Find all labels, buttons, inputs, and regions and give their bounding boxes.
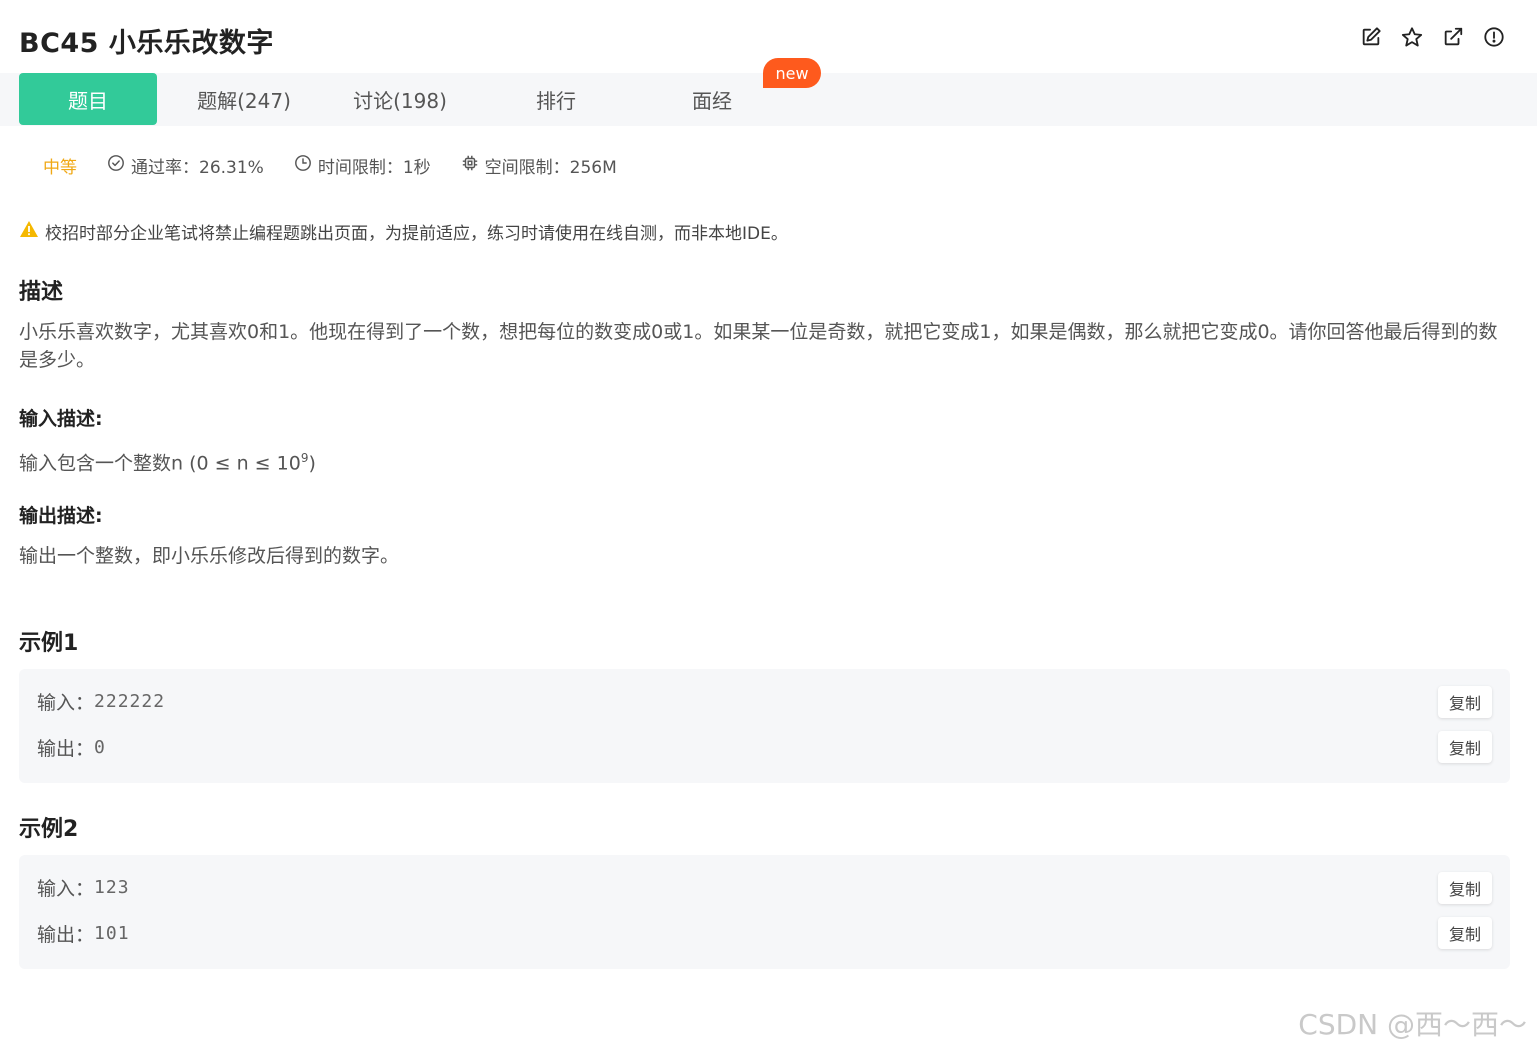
pass-rate: 通过率：26.31% bbox=[107, 153, 264, 178]
output-description-heading: 输出描述: bbox=[19, 505, 103, 527]
copy-output-button[interactable]: 复制 bbox=[1438, 917, 1492, 949]
input-value: 222222 bbox=[94, 690, 166, 712]
warning-icon bbox=[19, 220, 45, 243]
output-label: 输出： bbox=[37, 923, 95, 946]
example-2-box: 输入： 123 复制 输出： 101 复制 bbox=[19, 855, 1510, 969]
input-description-main: 输入包含一个整数n (0 ≤ n ≤ 10 bbox=[19, 452, 301, 475]
report-icon[interactable] bbox=[1483, 26, 1505, 48]
tab-ranking[interactable]: 排行 bbox=[487, 73, 625, 125]
input-value: 123 bbox=[94, 876, 130, 898]
tab-discussion[interactable]: 讨论(198) bbox=[331, 73, 469, 125]
example-1-output: 输出： 0 bbox=[37, 732, 106, 762]
output-value: 0 bbox=[94, 736, 106, 758]
difficulty-badge: 中等 bbox=[43, 157, 77, 178]
watermark: CSDN @西～西～ bbox=[1298, 1008, 1527, 1041]
check-circle-icon bbox=[107, 154, 131, 177]
description-text: 小乐乐喜欢数字，尤其喜欢0和1。他现在得到了一个数，想把每位的数变成0或1。如果… bbox=[19, 321, 1498, 371]
pass-rate-text: 通过率：26.31% bbox=[131, 157, 264, 178]
example-1-heading: 示例1 bbox=[19, 631, 79, 656]
problem-meta: 中等 通过率：26.31% 时间限制：1秒 空间限制：256M bbox=[43, 152, 647, 178]
notice-text: 校招时部分企业笔试将禁止编程题跳出页面，为提前适应，练习时请使用在线自测，而非本… bbox=[45, 224, 788, 244]
new-badge: new bbox=[763, 58, 821, 88]
time-limit: 时间限制：1秒 bbox=[294, 153, 431, 178]
example-2-heading: 示例2 bbox=[19, 817, 79, 842]
copy-input-button[interactable]: 复制 bbox=[1438, 686, 1492, 718]
output-value: 101 bbox=[94, 922, 130, 944]
input-description-text: 输入包含一个整数n (0 ≤ n ≤ 109) bbox=[19, 444, 1514, 477]
input-description-heading: 输入描述: bbox=[19, 408, 103, 430]
example-2-output: 输出： 101 bbox=[37, 918, 130, 948]
tab-solutions[interactable]: 题解(247) bbox=[175, 73, 313, 125]
problem-title: BC45 小乐乐改数字 bbox=[19, 28, 274, 59]
clock-icon bbox=[294, 154, 318, 177]
memory-limit-text: 空间限制：256M bbox=[484, 157, 617, 178]
tab-problem[interactable]: 题目 bbox=[19, 73, 157, 125]
notice-banner: 校招时部分企业笔试将禁止编程题跳出页面，为提前适应，练习时请使用在线自测，而非本… bbox=[19, 219, 788, 244]
toolbar bbox=[1360, 26, 1505, 48]
time-limit-text: 时间限制：1秒 bbox=[317, 157, 431, 178]
output-label: 输出： bbox=[37, 737, 95, 760]
input-label: 输入： bbox=[37, 691, 95, 714]
example-1-box: 输入： 222222 复制 输出： 0 复制 bbox=[19, 669, 1510, 783]
memory-limit: 空间限制：256M bbox=[461, 153, 617, 178]
edit-icon[interactable] bbox=[1360, 26, 1382, 48]
example-1-input: 输入： 222222 bbox=[37, 686, 165, 716]
chip-icon bbox=[461, 154, 485, 177]
description-heading: 描述 bbox=[19, 280, 64, 305]
tab-interview[interactable]: 面经 bbox=[643, 73, 781, 125]
input-label: 输入： bbox=[37, 877, 95, 900]
copy-input-button[interactable]: 复制 bbox=[1438, 872, 1492, 904]
star-icon[interactable] bbox=[1401, 26, 1423, 48]
external-link-icon[interactable] bbox=[1442, 26, 1464, 48]
copy-output-button[interactable]: 复制 bbox=[1438, 731, 1492, 763]
output-description-text: 输出一个整数，即小乐乐修改后得到的数字。 bbox=[19, 545, 400, 567]
input-description-close: ) bbox=[308, 452, 316, 475]
example-2-input: 输入： 123 bbox=[37, 872, 130, 902]
